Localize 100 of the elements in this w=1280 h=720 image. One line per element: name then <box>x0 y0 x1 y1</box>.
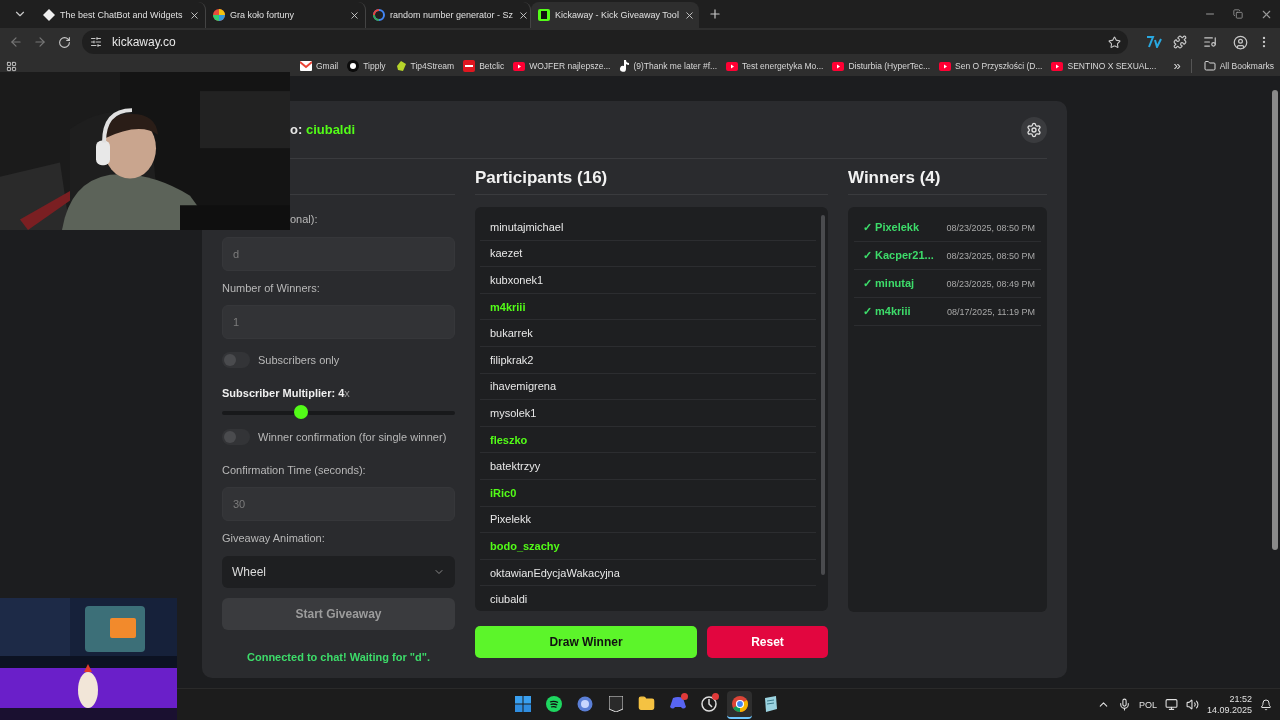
settings-icon <box>1026 121 1042 138</box>
notepad-icon <box>763 695 778 712</box>
participant-name: bodo_szachy <box>490 539 560 552</box>
winner-time: 08/23/2025, 08:50 PM <box>946 250 1035 261</box>
restore-icon <box>1233 9 1243 19</box>
taskbar-app[interactable] <box>727 690 752 719</box>
bookmark-link[interactable]: Tipply <box>347 60 386 72</box>
winner-time: 08/17/2025, 11:19 PM <box>947 306 1035 317</box>
back-icon <box>9 35 23 49</box>
chrome-icon <box>731 695 748 712</box>
controller-icon <box>669 697 686 710</box>
bookmarks-overflow-button[interactable]: » <box>1173 59 1192 73</box>
shield-icon <box>608 695 623 712</box>
playlist-icon <box>1203 35 1217 49</box>
folder-icon <box>1203 60 1216 72</box>
notification-badge <box>712 692 719 700</box>
bookmark-link[interactable]: (9)Thank me later #f... <box>619 60 718 72</box>
windows-icon <box>514 695 531 712</box>
volume-icon[interactable] <box>1185 698 1199 711</box>
bookmark-link[interactable]: Tip4Stream <box>394 60 455 72</box>
winner-name: ✓ Kacper21... <box>863 249 934 262</box>
orb-icon <box>576 695 593 712</box>
multiplier-label: Subscriber Multiplier: 4x <box>222 386 351 401</box>
field-label: Giveaway Animation: <box>222 531 326 546</box>
betclic-icon <box>463 60 476 72</box>
subscribers-toggle[interactable] <box>222 352 250 368</box>
spotify-icon <box>545 695 562 712</box>
participant-name: m4kriii <box>490 300 526 313</box>
address-bar[interactable]: kickaway.co <box>82 30 1128 54</box>
field-label: Confirmation Time (seconds): <box>222 463 367 478</box>
clock[interactable]: 21:52 14.09.2025 <box>1206 693 1252 716</box>
participant-name: ihavemigrena <box>490 380 557 393</box>
draw-winner-button[interactable]: Draw Winner <box>475 626 697 658</box>
play-icon <box>513 61 526 71</box>
user-icon <box>1232 34 1248 50</box>
participant-name: oktawianEdycjaWakacyjna <box>490 566 620 579</box>
participant-name: mysolek1 <box>490 406 537 419</box>
status-message: Connected to chat! Waiting for "d". <box>246 650 431 665</box>
bookmark-link[interactable]: SENTINO X SEXUAL... <box>1051 61 1157 71</box>
toggle-label: Winner confirmation (for single winner) <box>258 431 447 443</box>
close-icon[interactable] <box>518 9 530 21</box>
sliders-icon <box>90 36 102 48</box>
winner-time: 08/23/2025, 08:49 PM <box>946 278 1035 289</box>
channel-text: o: ciubaldi <box>290 122 357 137</box>
all-bookmarks-link[interactable]: All Bookmarks <box>1203 60 1274 72</box>
participants-title: Participants (16) <box>475 166 608 188</box>
participant-name: minutajmichael <box>490 220 564 233</box>
scrollbar[interactable] <box>821 215 825 575</box>
winner-name: ✓ m4kriii <box>863 305 911 318</box>
bookmark-link[interactable]: Gmail <box>300 61 339 71</box>
google-icon <box>373 9 385 21</box>
tip-icon <box>347 60 360 72</box>
notifications-icon[interactable] <box>1260 698 1272 711</box>
winner-name: ✓ Pixelekk <box>863 221 920 234</box>
participant-name: batektrzyy <box>490 460 541 473</box>
scrollbar[interactable] <box>1272 90 1278 550</box>
bookmark-link[interactable]: Sen O Przyszłości (D... <box>939 61 1043 71</box>
plus-icon <box>708 7 722 21</box>
confirmation-toggle[interactable] <box>222 429 250 445</box>
bookmark-link[interactable]: Test energetyka Mo... <box>726 61 824 71</box>
participant-name: iRic0 <box>490 486 517 499</box>
animation-select[interactable]: Wheel <box>222 556 455 588</box>
close-icon[interactable] <box>683 9 695 21</box>
winner-time: 08/23/2025, 08:50 PM <box>946 222 1035 233</box>
apps-icon[interactable] <box>6 60 17 72</box>
close-icon[interactable] <box>349 9 360 21</box>
network-icon[interactable] <box>1164 698 1178 711</box>
forward-icon <box>33 35 47 49</box>
hand-icon <box>394 60 407 72</box>
close-icon[interactable] <box>189 9 200 21</box>
music-note-icon <box>619 60 630 72</box>
play-icon <box>1051 61 1064 71</box>
participant-name: ciubaldi <box>490 593 528 606</box>
folder-icon <box>638 695 655 712</box>
notification-badge <box>681 692 688 700</box>
play-icon <box>726 61 739 71</box>
extension-icon[interactable] <box>1146 36 1162 48</box>
play-icon <box>939 61 952 71</box>
microphone-icon[interactable] <box>1117 698 1131 711</box>
star-icon <box>1107 35 1121 49</box>
kick-logo-icon <box>538 9 550 21</box>
wheel-icon <box>213 9 225 21</box>
participant-name: kaezet <box>490 247 523 260</box>
bookmark-link[interactable]: Betclic <box>463 60 505 72</box>
field-label: onal): <box>289 212 319 227</box>
slider-thumb[interactable] <box>294 405 309 419</box>
diamond-icon <box>43 9 55 21</box>
participant-name: fleszko <box>490 433 528 446</box>
field-label: Number of Winners: <box>222 281 321 296</box>
reload-icon <box>57 35 71 49</box>
puzzle-icon <box>1173 35 1187 49</box>
circle-icon <box>700 695 717 712</box>
participant-name: kubxonek1 <box>490 274 544 286</box>
bookmark-link[interactable]: WOJFER najlepsze... <box>513 61 611 71</box>
settings-button[interactable] <box>1021 116 1047 143</box>
language-indicator[interactable]: POL <box>1138 699 1157 710</box>
reset-button[interactable]: Reset <box>707 626 828 658</box>
browser-tab[interactable]: Kickaway - Kick Giveaway Tool <box>531 2 699 28</box>
participant-name: filipkrak2 <box>490 353 534 366</box>
bookmark-link[interactable]: Disturbia (HyperTec... <box>832 61 931 71</box>
